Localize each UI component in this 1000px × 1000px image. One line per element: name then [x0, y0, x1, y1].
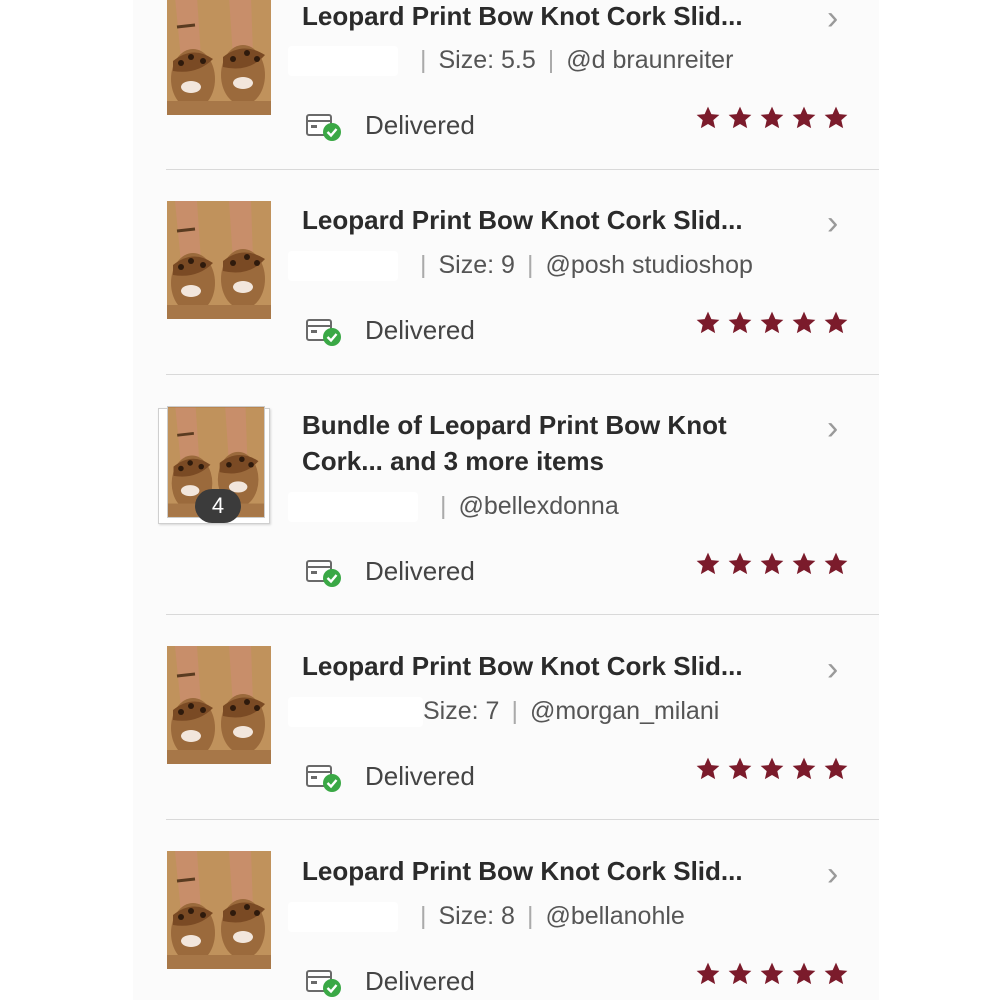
item-size: Size: 5.5: [438, 46, 536, 74]
item-title: Leopard Print Bow Knot Cork Slid...: [302, 651, 743, 681]
item-size: Size: 7: [423, 697, 500, 725]
delivery-status: Delivered: [305, 312, 565, 348]
list-item[interactable]: Leopard Print Bow Knot Cork Slid... | Siz…: [133, 0, 879, 170]
item-title: Leopard Print Bow Knot Cork Slid...: [302, 205, 743, 235]
chevron-right-icon[interactable]: ›: [827, 1, 838, 35]
chevron-right-icon[interactable]: ›: [827, 652, 838, 686]
item-size: Size: 8: [438, 902, 515, 930]
redacted-area: [288, 46, 398, 77]
rating-stars: [695, 754, 850, 784]
delivery-status: Delivered: [305, 758, 565, 794]
delivery-status: Delivered: [305, 963, 565, 999]
redacted-area: [288, 492, 418, 523]
item-title: Leopard Print Bow Knot Cork Slid...: [302, 856, 743, 886]
package-check-icon: [305, 109, 343, 143]
chevron-right-icon[interactable]: ›: [827, 857, 838, 891]
item-title: Leopard Print Bow Knot Cork Slid...: [302, 1, 743, 31]
item-meta: | Size: 5.5 | @d braunreiter: [288, 43, 768, 77]
list-item[interactable]: Leopard Print Bow Knot Cork Slid... Size…: [133, 615, 879, 820]
item-meta: | Size: 9 | @posh studioshop: [288, 248, 768, 282]
product-thumbnail: [167, 0, 271, 115]
list-item[interactable]: Leopard Print Bow Knot Cork Slid... | Siz…: [133, 170, 879, 375]
item-size: Size: 9: [438, 251, 515, 279]
seller-username[interactable]: @bellanohle: [545, 902, 684, 930]
product-thumbnail: [167, 851, 271, 969]
item-title-line-2: Cork... and 3 more items: [302, 446, 604, 476]
seller-username[interactable]: @posh studioshop: [545, 251, 752, 279]
product-thumbnail: [167, 201, 271, 319]
package-check-icon: [305, 965, 343, 999]
package-check-icon: [305, 555, 343, 589]
status-label: Delivered: [365, 110, 475, 140]
item-meta: | Size: 8 | @bellanohle: [288, 899, 768, 933]
package-check-icon: [305, 314, 343, 348]
chevron-right-icon[interactable]: ›: [827, 206, 838, 240]
item-count-badge: 4: [195, 489, 241, 523]
status-label: Delivered: [365, 556, 475, 586]
item-meta: | @bellexdonna: [288, 489, 768, 523]
package-check-icon: [305, 760, 343, 794]
product-thumbnail: [167, 646, 271, 764]
redacted-area: [288, 251, 398, 282]
redacted-area: [288, 697, 423, 728]
seller-username[interactable]: @bellexdonna: [459, 492, 619, 520]
item-meta: Size: 7 | @morgan_milani: [288, 694, 768, 728]
rating-stars: [695, 959, 850, 989]
chevron-right-icon[interactable]: ›: [827, 411, 838, 445]
rating-stars: [695, 308, 850, 338]
item-title-line-1: Bundle of Leopard Print Bow Knot: [302, 410, 727, 440]
status-label: Delivered: [365, 761, 475, 791]
status-label: Delivered: [365, 315, 475, 345]
seller-username[interactable]: @d braunreiter: [566, 46, 733, 74]
rating-stars: [695, 549, 850, 579]
rating-stars: [695, 103, 850, 133]
delivery-status: Delivered: [305, 553, 565, 589]
seller-username[interactable]: @morgan_milani: [530, 697, 719, 725]
status-label: Delivered: [365, 966, 475, 996]
delivery-status: Delivered: [305, 107, 565, 143]
redacted-area: [288, 902, 398, 933]
list-item[interactable]: Leopard Print Bow Knot Cork Slid... | Siz…: [133, 820, 879, 1000]
order-list: Leopard Print Bow Knot Cork Slid... | Siz…: [133, 0, 879, 1000]
list-item[interactable]: 4 Bundle of Leopard Print Bow Knot Cork.…: [133, 375, 879, 615]
